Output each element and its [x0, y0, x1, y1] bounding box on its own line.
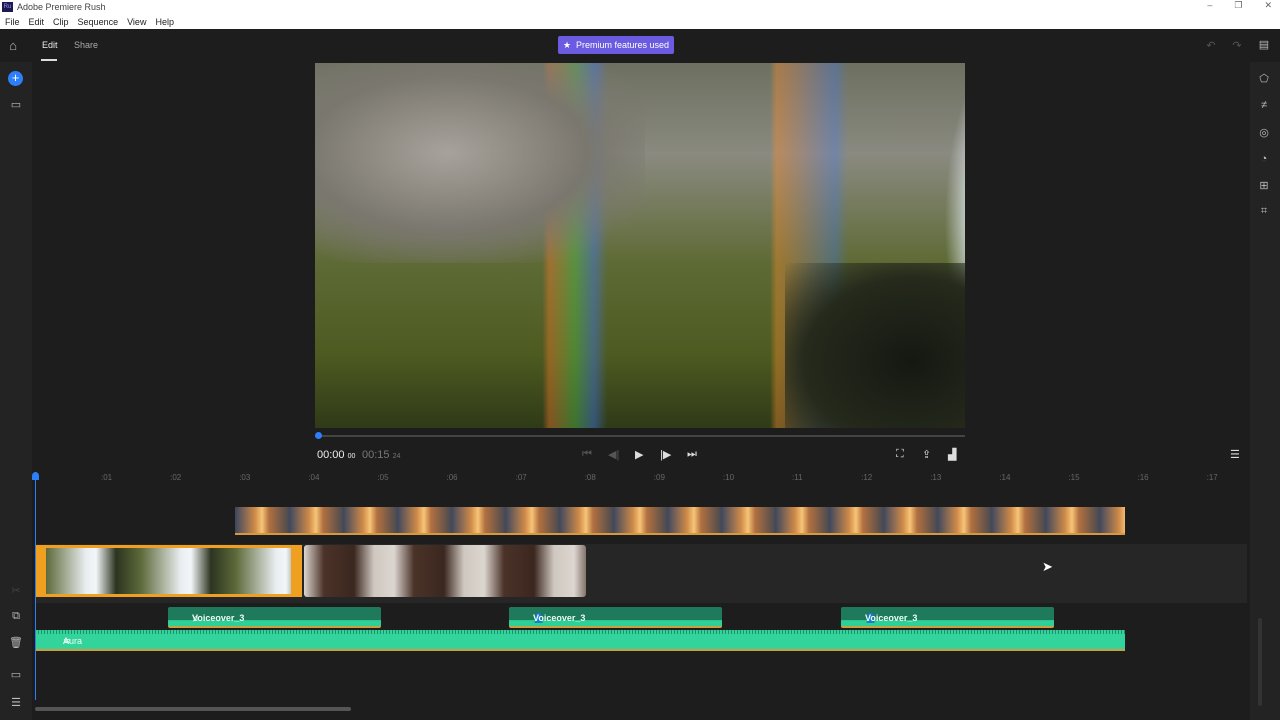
menu-sequence[interactable]: Sequence: [78, 17, 119, 27]
app-logo: Ru: [2, 2, 13, 12]
tab-edit[interactable]: Edit: [42, 40, 58, 50]
current-time: 00:00 00: [317, 449, 356, 461]
ruler-tick: :01: [101, 473, 113, 482]
ruler-tick: :17: [1206, 473, 1218, 482]
tab-indicator: [41, 59, 57, 61]
undo-icon[interactable]: ↶: [1203, 39, 1219, 52]
close-button[interactable]: ✕: [1264, 0, 1272, 11]
go-to-end-icon[interactable]: ⏭: [687, 448, 697, 461]
track-controls-icon[interactable]: ▭: [8, 668, 24, 681]
maximize-button[interactable]: ❐: [1234, 0, 1242, 11]
horizontal-scrollbar[interactable]: [35, 707, 351, 711]
music-clip[interactable]: ≋ Aura: [35, 630, 1125, 651]
ruler-tick: :09: [653, 473, 665, 482]
timeline-ruler[interactable]: :01 :02 :03 :04 :05 :06 :07 :08 :09 :10 :11 :12 :13:…: [35, 470, 1250, 484]
ruler-tick: :11: [792, 473, 803, 482]
ruler-tick: :03: [239, 473, 251, 482]
ruler-tick: :14: [999, 473, 1011, 482]
ruler-tick: :02: [170, 473, 182, 482]
ruler-tick: :04: [308, 473, 320, 482]
track-list-icon[interactable]: ☰: [8, 696, 24, 709]
left-toolbar: + ▭ ✂ ⧉ 🗑 ▭ ☰: [0, 62, 32, 720]
comment-icon[interactable]: ▤: [1256, 38, 1272, 51]
menu-help[interactable]: Help: [155, 17, 174, 27]
ruler-tick: :06: [446, 473, 458, 482]
vertical-scrollbar[interactable]: [1258, 618, 1262, 706]
mouse-cursor-icon: ➤: [1042, 559, 1053, 574]
transitions-icon[interactable]: ≠: [1256, 99, 1272, 111]
graphics-icon[interactable]: ⬠: [1256, 72, 1272, 85]
home-icon[interactable]: ⌂: [5, 38, 21, 53]
playhead-handle[interactable]: [32, 472, 39, 480]
menu-view[interactable]: View: [127, 17, 146, 27]
speed-icon[interactable]: ◔: [1256, 153, 1272, 165]
right-toolbar: ⬠ ≠ ◎ ◔ ⊞ ⌗: [1250, 62, 1280, 720]
ruler-tick: :10: [722, 473, 735, 482]
duplicate-icon[interactable]: ⧉: [8, 610, 24, 623]
menu-icon[interactable]: ☰: [1230, 448, 1240, 461]
tab-share[interactable]: Share: [74, 40, 98, 50]
ruler-tick: :13: [930, 473, 942, 482]
ruler-tick: :15: [1068, 473, 1080, 482]
redo-icon[interactable]: ↷: [1229, 39, 1245, 52]
duration: 00:15 24: [362, 449, 401, 461]
voiceover-clip[interactable]: 👤 Voiceover_3: [509, 607, 722, 628]
project-icon[interactable]: ▭: [8, 98, 24, 111]
add-media-icon[interactable]: +: [8, 71, 23, 86]
menu-clip[interactable]: Clip: [53, 17, 69, 27]
waterfall-clip-selected[interactable]: [35, 545, 302, 597]
menu-file[interactable]: File: [5, 17, 20, 27]
audio-icon[interactable]: ⊞: [1256, 179, 1272, 192]
minimize-button[interactable]: –: [1207, 0, 1212, 11]
menu-edit[interactable]: Edit: [29, 17, 45, 27]
delete-icon[interactable]: 🗑: [8, 636, 24, 649]
playhead[interactable]: [35, 472, 36, 700]
title-bar: Ru Adobe Premiere Rush: [0, 0, 1280, 14]
ruler-tick: :07: [515, 473, 527, 482]
color-icon[interactable]: ◎: [1256, 126, 1272, 139]
step-forward-icon[interactable]: |▶: [660, 448, 671, 461]
fit-icon[interactable]: ⛶: [896, 448, 904, 461]
video-preview[interactable]: [315, 63, 965, 428]
scrubber-handle[interactable]: [315, 432, 322, 439]
premium-label: Premium features used: [576, 40, 670, 50]
ruler-tick: :16: [1137, 473, 1149, 482]
star-icon: ★: [562, 39, 572, 50]
split-icon[interactable]: ✂: [8, 584, 24, 597]
app-title: Adobe Premiere Rush: [17, 2, 106, 12]
play-icon[interactable]: ▶: [635, 448, 643, 461]
ruler-tick: :08: [584, 473, 596, 482]
ruler-tick: :12: [861, 473, 873, 482]
transform-icon[interactable]: ⌗: [1256, 205, 1272, 218]
menu-bar: File Edit Clip Sequence View Help: [0, 14, 1280, 29]
export-frame-icon[interactable]: ⇪: [922, 448, 931, 461]
go-to-start-icon[interactable]: ⏮: [582, 448, 592, 461]
sunset-clip[interactable]: [235, 507, 1125, 535]
scrubber-track[interactable]: [315, 435, 965, 437]
step-back-icon[interactable]: ◀|: [608, 448, 619, 461]
aspect-ratio-icon[interactable]: ▟: [948, 448, 956, 461]
ruler-tick: :05: [377, 473, 389, 482]
window-controls: – ❐ ✕: [1207, 0, 1272, 11]
highland-cows-clip[interactable]: [304, 545, 586, 597]
premium-badge[interactable]: ★ Premium features used: [558, 36, 674, 54]
voiceover-clip[interactable]: ♫ Voiceover_3: [168, 607, 381, 628]
voiceover-clip[interactable]: 👤 Voiceover_3: [841, 607, 1054, 628]
